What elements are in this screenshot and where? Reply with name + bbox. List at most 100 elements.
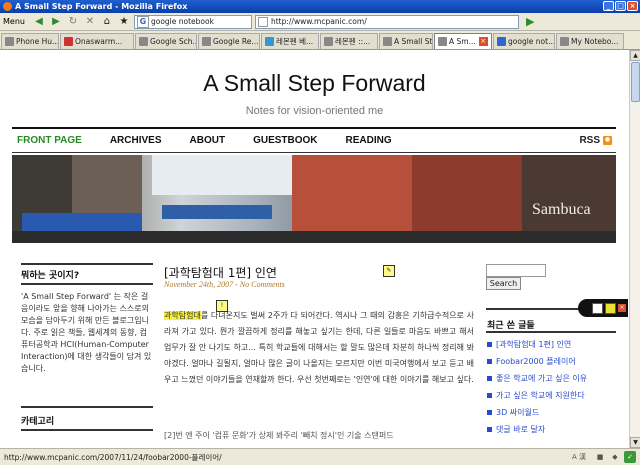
google-icon: G <box>136 15 149 28</box>
sidebar-heading-category: 카테고리 <box>21 417 55 427</box>
highlighter-icon[interactable] <box>605 302 616 314</box>
nav-guestbook[interactable]: GUESTBOOK <box>253 135 317 146</box>
sidebar-intro: 'A Small Step Forward' 는 작은 걸음이라도 앞을 향해 … <box>21 292 152 373</box>
recent-post-link[interactable]: [과학탐험대 1편] 인연 <box>486 336 616 353</box>
tab[interactable]: Phone Hu... <box>1 33 59 49</box>
blog-search-input[interactable] <box>486 264 546 277</box>
tab[interactable]: Google Re... <box>198 33 260 49</box>
site-title[interactable]: A Small Step Forward <box>0 70 629 97</box>
page-icon <box>257 16 268 27</box>
page-viewport: A Small Step Forward Notes for vision-or… <box>0 50 629 448</box>
tab-label: Google Re... <box>213 37 259 46</box>
rss-link[interactable]: RSS ◉ <box>579 135 612 146</box>
favicon-icon <box>265 37 274 46</box>
tab[interactable]: 레몬펜 ::... <box>320 33 378 49</box>
favicon-icon <box>202 37 211 46</box>
favicon-icon <box>438 37 447 46</box>
note-icon[interactable]: ✎ <box>383 265 395 277</box>
vertical-scrollbar[interactable]: ▲ ▼ <box>629 50 640 448</box>
rss-icon: ◉ <box>603 136 612 145</box>
post-next-paragraph: [2]번 엔 주이 '컴퓨 문화'가 상제 봐주리 '빼치 정시'인 기술 스탠… <box>164 431 394 440</box>
home-icon[interactable]: ⌂ <box>100 15 114 29</box>
tab-label: A Small Ste... <box>394 37 433 46</box>
tab-label: Phone Hu... <box>16 37 59 46</box>
tab-label: Onaswarm... <box>75 37 123 46</box>
divider <box>21 406 153 408</box>
site-nav: FRONT PAGE ARCHIVES ABOUT GUESTBOOK READ… <box>12 127 616 153</box>
search-button[interactable]: Search <box>486 277 521 290</box>
post-body: 과학탐험대를 다녀온지도 벌써 2주가 다 되어간다. 역시나 그 때의 감흥은… <box>164 308 474 388</box>
tab[interactable]: Onaswarm... <box>60 33 134 49</box>
tab-label: My Notebo... <box>571 37 619 46</box>
divider <box>21 429 153 431</box>
divider <box>21 283 153 285</box>
highlighted-text[interactable]: 과학탐험대 <box>164 311 201 320</box>
go-arrow-icon[interactable]: ▶ <box>526 15 534 28</box>
recent-post-link[interactable]: 댓글 바로 달자 <box>486 421 616 438</box>
window-title: A Small Step Forward - Mozilla Firefox <box>15 2 188 11</box>
rss-label: RSS <box>579 135 600 146</box>
tab[interactable]: google not... <box>493 33 555 49</box>
recent-post-link[interactable]: 가고 싶은 학교에 지원한다 <box>486 387 616 404</box>
tab-active[interactable]: A Sm... × <box>434 33 492 49</box>
search-query: google notebook <box>150 17 214 26</box>
scroll-down-icon[interactable]: ▼ <box>630 437 640 448</box>
tab-label: google not... <box>508 37 555 46</box>
navigation-toolbar: Menu ◀ ▶ ↻ ✕ ⌂ ★ G google notebook http:… <box>0 13 640 31</box>
reload-icon[interactable]: ↻ <box>66 15 80 29</box>
window-titlebar: A Small Step Forward - Mozilla Firefox _… <box>0 0 640 13</box>
url-input[interactable]: http://www.mcpanic.com/ <box>254 14 519 29</box>
nav-archives[interactable]: ARCHIVES <box>110 135 162 146</box>
tab[interactable]: Google Sch... <box>135 33 197 49</box>
nav-front-page[interactable]: FRONT PAGE <box>17 135 82 146</box>
tab-label: 레몬펜 ::... <box>335 37 371 46</box>
close-icon[interactable]: × <box>618 304 626 312</box>
divider <box>486 331 616 333</box>
favicon-icon <box>560 37 569 46</box>
bookmark-icon[interactable]: ★ <box>117 15 131 29</box>
stop-icon[interactable]: ✕ <box>83 15 97 29</box>
addon-icon[interactable]: ◆ <box>609 451 621 463</box>
firefox-icon <box>3 2 12 11</box>
security-check-icon[interactable]: ✓ <box>624 451 636 463</box>
tab-strip: Phone Hu... Onaswarm... Google Sch... Go… <box>0 31 640 50</box>
maximize-button[interactable]: □ <box>615 1 626 11</box>
nav-reading[interactable]: READING <box>346 135 392 146</box>
favicon-icon <box>324 37 333 46</box>
note-icon[interactable] <box>592 302 603 314</box>
menu-button[interactable]: Menu <box>3 17 25 26</box>
post-title[interactable]: [과학탐험대 1편] 인연 <box>164 264 277 281</box>
site-tagline: Notes for vision-oriented me <box>245 105 384 117</box>
tab[interactable]: 레몬펜 베... <box>261 33 319 49</box>
addon-icon[interactable]: ■ <box>594 451 606 463</box>
post-body-text: 를 다녀온지도 벌써 2주가 다 되어간다. 역시나 그 때의 감흥은 기하급수… <box>164 311 474 384</box>
banner-sign: Sambuca <box>532 201 591 218</box>
minimize-button[interactable]: _ <box>603 1 614 11</box>
url-text: http://www.mcpanic.com/ <box>270 17 367 26</box>
post-meta: November 24th, 2007 - No Comments <box>164 280 285 289</box>
favicon-icon <box>497 37 506 46</box>
scroll-up-icon[interactable]: ▲ <box>630 50 640 61</box>
back-arrow-icon[interactable]: ◀ <box>32 15 46 29</box>
tab-label: A Sm... <box>449 37 476 46</box>
ime-indicator[interactable]: A 漢 <box>567 451 591 463</box>
header-banner-image: Sambuca <box>12 155 616 243</box>
close-tab-icon[interactable]: × <box>478 37 488 46</box>
tab[interactable]: A Small Ste... <box>379 33 433 49</box>
sidebar-heading-about: 뭐하는 곳이지? <box>21 271 80 281</box>
forward-arrow-icon[interactable]: ▶ <box>49 15 63 29</box>
search-input[interactable]: G google notebook <box>133 14 252 29</box>
favicon-icon <box>5 37 14 46</box>
favicon-icon <box>383 37 392 46</box>
divider <box>21 263 153 265</box>
tab-label: 레몬펜 베... <box>276 37 314 46</box>
recent-post-link[interactable]: Foobar2000 플레이어 <box>486 353 616 370</box>
tab[interactable]: My Notebo... <box>556 33 624 49</box>
lemonpen-widget[interactable]: × <box>578 299 628 317</box>
close-button[interactable]: × <box>627 1 638 11</box>
recent-post-link[interactable]: 좋은 학교에 가고 싶은 이유 <box>486 370 616 387</box>
scroll-thumb[interactable] <box>631 62 640 102</box>
nav-about[interactable]: ABOUT <box>190 135 226 146</box>
recent-post-link[interactable]: 3D 싸이월드 <box>486 404 616 421</box>
tab-label: Google Sch... <box>150 37 197 46</box>
